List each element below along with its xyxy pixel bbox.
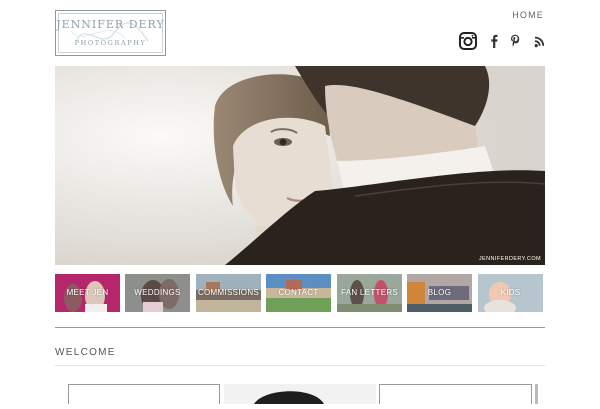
content-box-left: [68, 384, 220, 404]
tile-blog[interactable]: BLOG: [407, 274, 472, 312]
site-logo[interactable]: JENNIFER DERY PHOTOGRAPHY: [55, 10, 166, 56]
hero-credit: JENNIFERDERY.COM: [478, 256, 541, 262]
content-box-right: [379, 384, 532, 404]
tile-label: BLOG: [427, 288, 452, 297]
tile-label: CONTACT: [278, 288, 319, 297]
tile-fan-letters[interactable]: FAN LETTERS: [337, 274, 402, 312]
content-photo: [254, 391, 324, 404]
tile-label: COMMISSIONS: [197, 288, 260, 297]
tile-meet-jen[interactable]: MEET JEN: [55, 274, 120, 312]
tile-label: WEDDINGS: [134, 288, 181, 297]
facebook-icon[interactable]: [489, 32, 499, 50]
title-underline: [55, 365, 545, 366]
rss-icon[interactable]: [534, 32, 546, 50]
section-divider: [55, 327, 545, 328]
tile-contact[interactable]: CONTACT: [266, 274, 331, 312]
tile-label: MEET JEN: [66, 288, 109, 297]
logo-subtitle: PHOTOGRAPHY: [74, 39, 147, 47]
tile-weddings[interactable]: WEDDINGS: [125, 274, 190, 312]
nav-home-link[interactable]: HOME: [512, 10, 544, 20]
instagram-icon[interactable]: [459, 32, 477, 50]
section-title: WELCOME: [55, 347, 116, 358]
hero-photo: JENNIFERDERY.COM: [55, 66, 545, 265]
scroll-edge: [535, 384, 538, 404]
hero-image: [55, 66, 545, 265]
tile-commissions[interactable]: COMMISSIONS: [196, 274, 261, 312]
content-box-center: [224, 384, 376, 404]
tile-label: KIDS: [500, 288, 521, 297]
nav-tiles: MEET JEN WEDDINGS COMMISSIONS CONTACT FA…: [55, 274, 545, 312]
pinterest-icon[interactable]: [509, 32, 521, 50]
logo-name: JENNIFER DERY: [56, 18, 165, 31]
tile-kids[interactable]: KIDS: [478, 274, 543, 312]
tile-label: FAN LETTERS: [340, 288, 399, 297]
